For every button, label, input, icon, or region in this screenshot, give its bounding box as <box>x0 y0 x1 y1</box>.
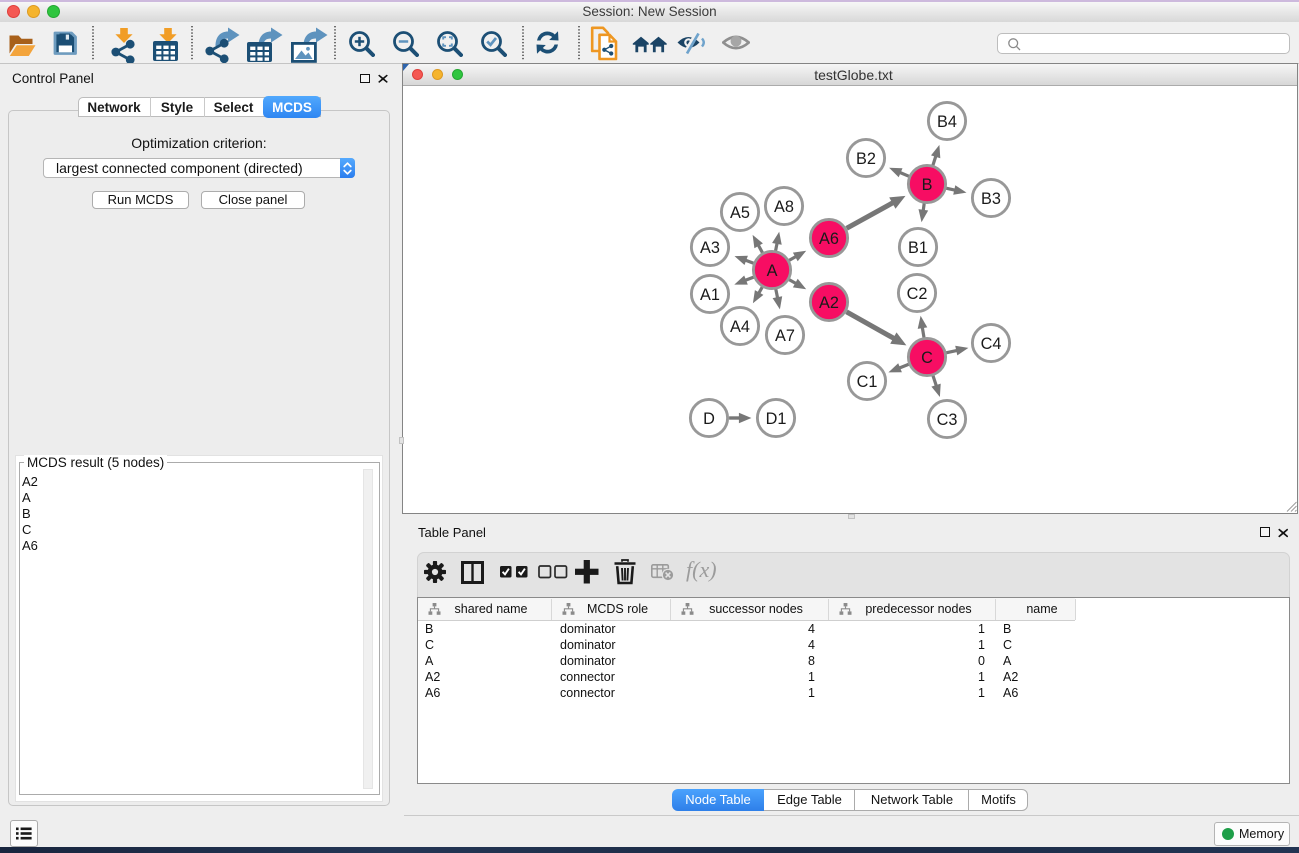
svg-text:B4: B4 <box>937 113 957 131</box>
svg-text:B2: B2 <box>856 150 876 168</box>
svg-text:C4: C4 <box>981 335 1002 353</box>
svg-text:A: A <box>767 262 778 280</box>
svg-text:A4: A4 <box>730 318 750 336</box>
svg-text:B1: B1 <box>908 239 928 257</box>
svg-text:C1: C1 <box>857 373 878 391</box>
svg-text:B: B <box>922 176 933 194</box>
svg-text:A2: A2 <box>819 294 839 312</box>
svg-text:C3: C3 <box>937 411 958 429</box>
svg-text:A1: A1 <box>700 286 720 304</box>
svg-text:D1: D1 <box>766 410 787 428</box>
svg-text:B3: B3 <box>981 190 1001 208</box>
svg-text:A7: A7 <box>775 327 795 345</box>
svg-text:A5: A5 <box>730 204 750 222</box>
svg-text:A3: A3 <box>700 239 720 257</box>
svg-text:C: C <box>921 349 933 367</box>
svg-text:A6: A6 <box>819 230 839 248</box>
svg-text:D: D <box>703 410 715 428</box>
svg-text:A8: A8 <box>774 198 794 216</box>
svg-text:C2: C2 <box>907 285 928 303</box>
